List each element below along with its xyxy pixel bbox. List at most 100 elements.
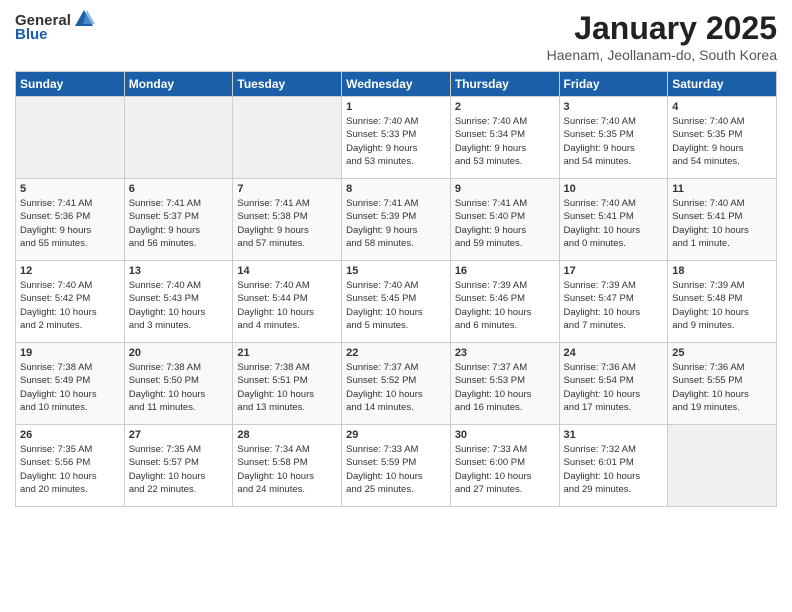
day-info: Sunrise: 7:39 AM Sunset: 5:48 PM Dayligh… [672, 279, 772, 332]
table-row: 12 Sunrise: 7:40 AM Sunset: 5:42 PM Dayli… [16, 261, 125, 343]
day-number: 21 [237, 347, 337, 359]
day-info: Sunrise: 7:40 AM Sunset: 5:42 PM Dayligh… [20, 279, 120, 332]
day-info: Sunrise: 7:41 AM Sunset: 5:37 PM Dayligh… [129, 197, 229, 250]
table-row: 28 Sunrise: 7:34 AM Sunset: 5:58 PM Dayli… [233, 425, 342, 507]
table-row [668, 425, 777, 507]
day-info: Sunrise: 7:40 AM Sunset: 5:35 PM Dayligh… [672, 115, 772, 168]
day-info: Sunrise: 7:40 AM Sunset: 5:45 PM Dayligh… [346, 279, 446, 332]
col-tuesday: Tuesday [233, 72, 342, 97]
page-container: General Blue January 2025 Haenam, Jeolla… [0, 0, 792, 517]
table-row: 18 Sunrise: 7:39 AM Sunset: 5:48 PM Dayli… [668, 261, 777, 343]
day-info: Sunrise: 7:38 AM Sunset: 5:51 PM Dayligh… [237, 361, 337, 414]
header: General Blue January 2025 Haenam, Jeolla… [15, 10, 777, 63]
col-saturday: Saturday [668, 72, 777, 97]
table-row: 31 Sunrise: 7:32 AM Sunset: 6:01 PM Dayli… [559, 425, 668, 507]
day-number: 18 [672, 265, 772, 277]
day-info: Sunrise: 7:40 AM Sunset: 5:41 PM Dayligh… [672, 197, 772, 250]
logo-text-blue: Blue [15, 26, 48, 43]
day-info: Sunrise: 7:40 AM Sunset: 5:43 PM Dayligh… [129, 279, 229, 332]
day-number: 12 [20, 265, 120, 277]
day-info: Sunrise: 7:37 AM Sunset: 5:52 PM Dayligh… [346, 361, 446, 414]
table-row: 30Sunrise: 7:33 AM Sunset: 6:00 PM Dayli… [450, 425, 559, 507]
day-info: Sunrise: 7:41 AM Sunset: 5:39 PM Dayligh… [346, 197, 446, 250]
day-number: 4 [672, 101, 772, 113]
table-row: 26Sunrise: 7:35 AM Sunset: 5:56 PM Dayli… [16, 425, 125, 507]
col-thursday: Thursday [450, 72, 559, 97]
day-number: 2 [455, 101, 555, 113]
table-row: 19Sunrise: 7:38 AM Sunset: 5:49 PM Dayli… [16, 343, 125, 425]
table-row: 17Sunrise: 7:39 AM Sunset: 5:47 PM Dayli… [559, 261, 668, 343]
day-info: Sunrise: 7:37 AM Sunset: 5:53 PM Dayligh… [455, 361, 555, 414]
table-row: 3 Sunrise: 7:40 AM Sunset: 5:35 PM Daylig… [559, 97, 668, 179]
table-row: 9 Sunrise: 7:41 AM Sunset: 5:40 PM Daylig… [450, 179, 559, 261]
calendar-header-row: Sunday Monday Tuesday Wednesday Thursday… [16, 72, 777, 97]
day-info: Sunrise: 7:40 AM Sunset: 5:41 PM Dayligh… [564, 197, 664, 250]
calendar-title: January 2025 [547, 10, 777, 47]
col-monday: Monday [124, 72, 233, 97]
table-row: 8 Sunrise: 7:41 AM Sunset: 5:39 PM Daylig… [342, 179, 451, 261]
day-info: Sunrise: 7:40 AM Sunset: 5:35 PM Dayligh… [564, 115, 664, 168]
day-info: Sunrise: 7:38 AM Sunset: 5:50 PM Dayligh… [129, 361, 229, 414]
day-number: 24 [564, 347, 664, 359]
day-number: 28 [237, 429, 337, 441]
day-number: 14 [237, 265, 337, 277]
table-row: 5Sunrise: 7:41 AM Sunset: 5:36 PM Daylig… [16, 179, 125, 261]
table-row: 4 Sunrise: 7:40 AM Sunset: 5:35 PM Daylig… [668, 97, 777, 179]
col-friday: Friday [559, 72, 668, 97]
table-row: 11 Sunrise: 7:40 AM Sunset: 5:41 PM Dayli… [668, 179, 777, 261]
day-info: Sunrise: 7:36 AM Sunset: 5:54 PM Dayligh… [564, 361, 664, 414]
table-row: 15 Sunrise: 7:40 AM Sunset: 5:45 PM Dayli… [342, 261, 451, 343]
table-row: 6 Sunrise: 7:41 AM Sunset: 5:37 PM Daylig… [124, 179, 233, 261]
table-row [16, 97, 125, 179]
logo-icon [73, 8, 95, 30]
table-row: 7 Sunrise: 7:41 AM Sunset: 5:38 PM Daylig… [233, 179, 342, 261]
logo: General Blue [15, 10, 95, 43]
table-row: 10 Sunrise: 7:40 AM Sunset: 5:41 PM Dayli… [559, 179, 668, 261]
calendar-week-row: 12 Sunrise: 7:40 AM Sunset: 5:42 PM Dayli… [16, 261, 777, 343]
day-info: Sunrise: 7:41 AM Sunset: 5:38 PM Dayligh… [237, 197, 337, 250]
day-number: 8 [346, 183, 446, 195]
table-row: 22Sunrise: 7:37 AM Sunset: 5:52 PM Dayli… [342, 343, 451, 425]
day-info: Sunrise: 7:39 AM Sunset: 5:46 PM Dayligh… [455, 279, 555, 332]
day-info: Sunrise: 7:40 AM Sunset: 5:34 PM Dayligh… [455, 115, 555, 168]
day-number: 19 [20, 347, 120, 359]
day-number: 7 [237, 183, 337, 195]
table-row: 23 Sunrise: 7:37 AM Sunset: 5:53 PM Dayli… [450, 343, 559, 425]
table-row: 16 Sunrise: 7:39 AM Sunset: 5:46 PM Dayli… [450, 261, 559, 343]
day-number: 3 [564, 101, 664, 113]
table-row: 29 Sunrise: 7:33 AM Sunset: 5:59 PM Dayli… [342, 425, 451, 507]
calendar-subtitle: Haenam, Jeollanam-do, South Korea [547, 47, 777, 63]
day-number: 16 [455, 265, 555, 277]
day-number: 6 [129, 183, 229, 195]
table-row: 25Sunrise: 7:36 AM Sunset: 5:55 PM Dayli… [668, 343, 777, 425]
table-row: 1Sunrise: 7:40 AM Sunset: 5:33 PM Daylig… [342, 97, 451, 179]
table-row: 2 Sunrise: 7:40 AM Sunset: 5:34 PM Daylig… [450, 97, 559, 179]
calendar-week-row: 19Sunrise: 7:38 AM Sunset: 5:49 PM Dayli… [16, 343, 777, 425]
col-sunday: Sunday [16, 72, 125, 97]
day-number: 11 [672, 183, 772, 195]
table-row: 21 Sunrise: 7:38 AM Sunset: 5:51 PM Dayli… [233, 343, 342, 425]
day-info: Sunrise: 7:33 AM Sunset: 5:59 PM Dayligh… [346, 443, 446, 496]
table-row: 20 Sunrise: 7:38 AM Sunset: 5:50 PM Dayli… [124, 343, 233, 425]
day-number: 5 [20, 183, 120, 195]
table-row [124, 97, 233, 179]
table-row: 14Sunrise: 7:40 AM Sunset: 5:44 PM Dayli… [233, 261, 342, 343]
day-info: Sunrise: 7:40 AM Sunset: 5:33 PM Dayligh… [346, 115, 446, 168]
table-row [233, 97, 342, 179]
day-number: 25 [672, 347, 772, 359]
day-number: 29 [346, 429, 446, 441]
day-info: Sunrise: 7:32 AM Sunset: 6:01 PM Dayligh… [564, 443, 664, 496]
day-number: 26 [20, 429, 120, 441]
day-number: 10 [564, 183, 664, 195]
day-number: 9 [455, 183, 555, 195]
day-number: 30 [455, 429, 555, 441]
day-number: 15 [346, 265, 446, 277]
day-info: Sunrise: 7:35 AM Sunset: 5:57 PM Dayligh… [129, 443, 229, 496]
col-wednesday: Wednesday [342, 72, 451, 97]
day-info: Sunrise: 7:41 AM Sunset: 5:40 PM Dayligh… [455, 197, 555, 250]
day-info: Sunrise: 7:39 AM Sunset: 5:47 PM Dayligh… [564, 279, 664, 332]
day-number: 23 [455, 347, 555, 359]
day-number: 20 [129, 347, 229, 359]
day-info: Sunrise: 7:34 AM Sunset: 5:58 PM Dayligh… [237, 443, 337, 496]
day-number: 31 [564, 429, 664, 441]
